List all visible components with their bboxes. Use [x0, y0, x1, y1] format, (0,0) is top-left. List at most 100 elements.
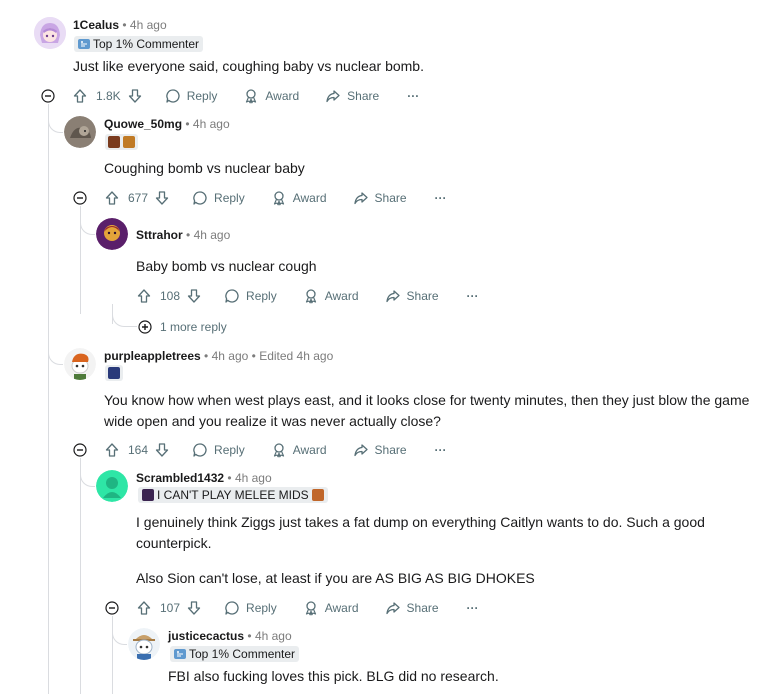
username[interactable]: Quowe_50mg	[104, 117, 182, 131]
snoo-avatar-icon	[64, 348, 96, 380]
award-icon	[271, 190, 287, 206]
avatar[interactable]	[96, 470, 128, 502]
timestamp[interactable]: 4h ago	[255, 629, 292, 643]
reply-icon	[165, 88, 181, 104]
downvote-icon	[154, 442, 170, 458]
comment-body: FBI also fucking loves this pick. BLG di…	[168, 668, 499, 684]
reply-button[interactable]: Reply	[192, 190, 245, 206]
comment-body: Also Sion can't lose, at least if you ar…	[136, 570, 535, 586]
upvote-icon	[104, 442, 120, 458]
username[interactable]: 1Cealus	[73, 18, 119, 32]
collapse-thread-icon[interactable]	[73, 443, 87, 457]
edited-label: Edited 4h ago	[259, 349, 334, 363]
downvote-button[interactable]	[127, 88, 143, 104]
comment-body: Coughing bomb vs nuclear baby	[104, 160, 305, 176]
reply-icon	[192, 442, 208, 458]
downvote-icon	[186, 600, 202, 616]
avatar[interactable]	[64, 348, 96, 380]
more-replies-link[interactable]: 1 more reply	[138, 320, 227, 334]
thread-elbow	[80, 206, 95, 235]
comment-actions: 164 Reply Award Share ···	[104, 438, 447, 462]
collapse-thread-icon[interactable]	[41, 89, 55, 103]
award-button[interactable]: Award	[271, 442, 327, 458]
more-options-button[interactable]: ···	[435, 191, 447, 205]
username[interactable]: Scrambled1432	[136, 471, 224, 485]
award-icon	[271, 442, 287, 458]
thread-elbow	[112, 304, 137, 327]
default-avatar-icon	[96, 470, 128, 502]
more-options-button[interactable]: ···	[467, 601, 479, 615]
reply-button[interactable]: Reply	[192, 442, 245, 458]
user-flair: Top 1% Commenter	[74, 36, 204, 52]
username[interactable]: purpleappletrees	[104, 349, 201, 363]
top-commenter-badge-icon	[78, 38, 90, 50]
more-options-button[interactable]: ···	[435, 443, 447, 457]
username[interactable]: justicecactus	[168, 629, 244, 643]
share-button[interactable]: Share	[385, 600, 439, 616]
award-button[interactable]: Award	[303, 600, 359, 616]
avatar[interactable]	[96, 218, 128, 250]
downvote-button[interactable]	[154, 442, 170, 458]
downvote-button[interactable]	[186, 600, 202, 616]
upvote-icon	[136, 600, 152, 616]
collapse-thread-icon[interactable]	[73, 191, 87, 205]
comment-meta: Scrambled1432 • 4h ago	[136, 471, 272, 485]
downvote-icon	[154, 190, 170, 206]
share-button[interactable]: Share	[325, 88, 379, 104]
timestamp[interactable]: 4h ago	[193, 117, 230, 131]
upvote-icon	[136, 288, 152, 304]
reply-icon	[192, 190, 208, 206]
reply-icon	[224, 288, 240, 304]
timestamp[interactable]: 4h ago	[130, 18, 167, 32]
user-flair	[105, 134, 138, 150]
award-button[interactable]: Award	[303, 288, 359, 304]
username[interactable]: Sttrahor	[136, 228, 183, 242]
downvote-button[interactable]	[186, 288, 202, 304]
more-options-button[interactable]: ···	[407, 89, 419, 103]
upvote-button[interactable]	[104, 442, 120, 458]
user-flair	[105, 365, 123, 381]
thread-elbow	[112, 616, 127, 645]
upvote-button[interactable]	[72, 88, 88, 104]
upvote-button[interactable]	[104, 190, 120, 206]
comment-meta: justicecactus • 4h ago	[168, 629, 292, 643]
avatar[interactable]	[64, 116, 96, 148]
timestamp[interactable]: 4h ago	[212, 349, 249, 363]
snoo-avatar-icon	[128, 628, 160, 660]
thread-line-c4[interactable]	[80, 458, 81, 694]
avatar[interactable]	[34, 17, 66, 49]
expand-replies-icon	[138, 320, 152, 334]
champion-flair-icon	[108, 136, 120, 148]
timestamp[interactable]: 4h ago	[194, 228, 231, 242]
avatar[interactable]	[128, 628, 160, 660]
vote-count: 677	[128, 191, 149, 205]
comment-meta: Quowe_50mg • 4h ago	[104, 117, 230, 131]
award-icon	[243, 88, 259, 104]
comment-actions: 677 Reply Award Share ···	[104, 186, 447, 210]
reply-button[interactable]: Reply	[224, 288, 277, 304]
upvote-button[interactable]	[136, 600, 152, 616]
user-flair: I CAN'T PLAY MELEE MIDS	[138, 487, 328, 503]
upvote-icon	[72, 88, 88, 104]
share-icon	[353, 442, 369, 458]
vote-count: 108	[160, 289, 181, 303]
timestamp[interactable]: 4h ago	[235, 471, 272, 485]
thread-elbow	[80, 458, 95, 487]
reply-icon	[224, 600, 240, 616]
reply-button[interactable]: Reply	[165, 88, 217, 104]
award-button[interactable]: Award	[271, 190, 327, 206]
award-button[interactable]: Award	[243, 88, 299, 104]
comment-body: I genuinely think Ziggs just takes a fat…	[136, 514, 705, 551]
thread-line-c1[interactable]	[48, 104, 49, 694]
share-button[interactable]: Share	[353, 190, 407, 206]
more-options-button[interactable]: ···	[467, 289, 479, 303]
cat-avatar-icon	[64, 116, 96, 148]
reply-button[interactable]: Reply	[224, 600, 277, 616]
user-flair: Top 1% Commenter	[170, 646, 300, 662]
collapse-thread-icon[interactable]	[105, 601, 119, 615]
upvote-button[interactable]	[136, 288, 152, 304]
share-icon	[385, 600, 401, 616]
share-button[interactable]: Share	[353, 442, 407, 458]
share-button[interactable]: Share	[385, 288, 439, 304]
downvote-button[interactable]	[154, 190, 170, 206]
